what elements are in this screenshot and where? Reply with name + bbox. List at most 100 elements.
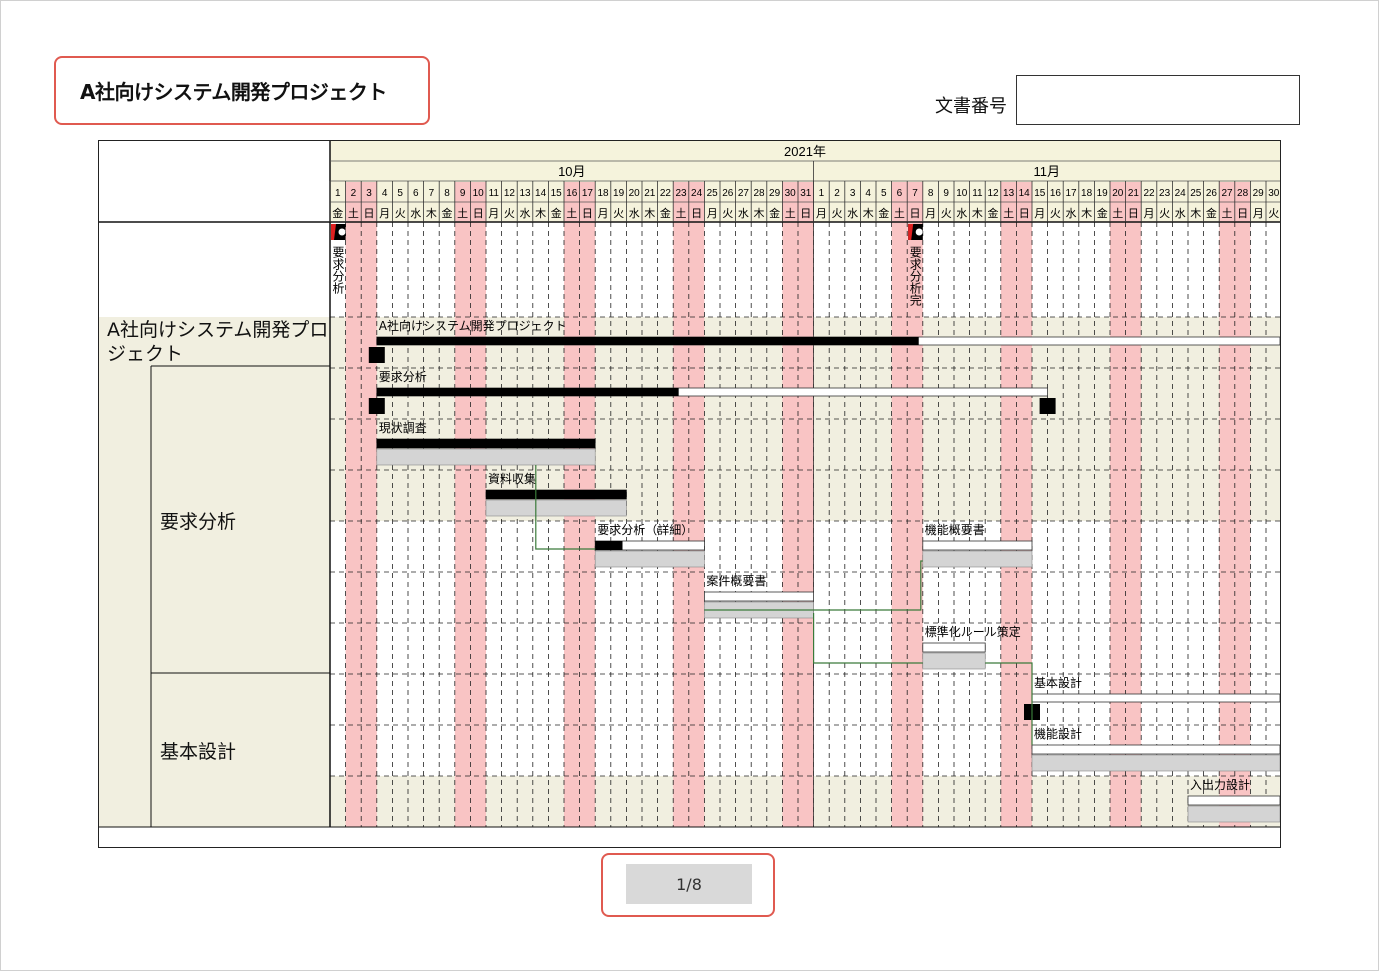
weekday-label: 月 xyxy=(1253,207,1264,220)
milestone-flag-icon xyxy=(915,228,923,236)
task-label: 標準化ルール策定 xyxy=(925,624,1021,639)
day-number: 11 xyxy=(972,188,983,199)
day-number: 27 xyxy=(1221,188,1233,199)
weekday-label: 火 xyxy=(504,207,515,220)
weekday-label: 金 xyxy=(878,206,889,220)
weekday-label: 火 xyxy=(1268,207,1279,220)
weekend-column xyxy=(1000,222,1017,827)
document-title: A社向けシステム開発プロジェクト xyxy=(54,56,430,125)
day-number: 16 xyxy=(566,188,578,199)
summary-progress xyxy=(376,337,919,345)
weekday-label: 月 xyxy=(598,207,609,220)
task-label: 入出力設計 xyxy=(1190,777,1250,792)
day-number: 10 xyxy=(956,188,968,199)
day-number: 5 xyxy=(881,188,887,199)
weekday-label: 水 xyxy=(629,207,640,220)
weekday-label: 木 xyxy=(972,207,983,220)
day-number: 13 xyxy=(1003,188,1015,199)
day-number: 9 xyxy=(460,188,466,199)
weekday-label: 月 xyxy=(488,207,499,220)
weekend-column xyxy=(1110,222,1126,827)
weekday-label: 火 xyxy=(1050,207,1061,220)
day-number: 4 xyxy=(865,188,871,199)
day-number: 8 xyxy=(444,188,450,199)
weekday-label: 火 xyxy=(395,207,406,220)
weekend-column xyxy=(1016,222,1032,827)
weekend-column xyxy=(891,222,908,827)
group-label-requirements: 要求分析 xyxy=(160,511,237,533)
weekday-label: 日 xyxy=(473,207,484,220)
day-number: 10 xyxy=(473,188,485,199)
weekend-column xyxy=(907,222,923,827)
weekend-column xyxy=(1219,222,1235,827)
task-baseline xyxy=(922,550,1033,568)
weekend-column xyxy=(782,222,798,827)
day-number: 20 xyxy=(1112,188,1124,199)
day-number: 9 xyxy=(943,188,949,199)
weekday-label: 水 xyxy=(847,207,858,220)
weekday-label: 月 xyxy=(1034,207,1045,220)
milestone-flag-icon xyxy=(338,228,346,236)
day-number: 11 xyxy=(489,188,500,199)
day-number: 28 xyxy=(1237,188,1249,199)
task-label: 要求分析（詳細） xyxy=(597,522,693,537)
task-label: 案件概要書 xyxy=(706,573,766,588)
weekday-label: 土 xyxy=(676,207,687,220)
task-label: 基本設計 xyxy=(1034,675,1082,690)
doc-number-field[interactable] xyxy=(1016,75,1300,125)
day-number: 2 xyxy=(834,188,840,199)
weekday-label: 金 xyxy=(1206,206,1217,220)
day-number: 26 xyxy=(1206,188,1218,199)
milestone-label: 要求分析完 xyxy=(908,246,922,307)
day-number: 3 xyxy=(366,188,372,199)
day-number: 6 xyxy=(897,188,903,199)
weekday-label: 金 xyxy=(551,206,562,220)
weekend-column xyxy=(454,222,471,827)
month-label: 10月 xyxy=(558,164,585,179)
weekday-label: 土 xyxy=(457,207,468,220)
day-number: 30 xyxy=(785,188,797,199)
day-number: 1 xyxy=(335,188,341,199)
weekend-column xyxy=(361,222,377,827)
group-label-project: A社向けシステム開発プロジェクト xyxy=(107,319,329,365)
weekend-column xyxy=(798,222,814,827)
weekend-column xyxy=(579,222,596,827)
weekday-label: 金 xyxy=(660,206,671,220)
doc-number-label: 文書番号 xyxy=(935,96,1007,117)
weekday-label: 日 xyxy=(691,207,702,220)
weekday-label: 金 xyxy=(988,206,999,220)
weekday-label: 火 xyxy=(722,207,733,220)
weekday-label: 月 xyxy=(1144,207,1155,220)
task-bar xyxy=(922,540,1033,551)
day-number: 7 xyxy=(912,188,918,199)
task-label: 資料収集 xyxy=(488,471,536,486)
weekend-column xyxy=(564,222,580,827)
weekday-label: 土 xyxy=(1222,207,1233,220)
task-label: 機能概要書 xyxy=(925,522,985,537)
task-progress xyxy=(486,490,627,499)
day-number: 22 xyxy=(660,188,672,199)
weekday-label: 金 xyxy=(1097,206,1108,220)
weekday-label: 金 xyxy=(442,206,453,220)
task-bar xyxy=(704,591,815,602)
month-label: 11月 xyxy=(1034,164,1061,179)
task-label: 要求分析 xyxy=(379,370,427,384)
task-label: A社向けシステム開発プロジェクト xyxy=(379,318,567,333)
day-number: 19 xyxy=(613,188,625,199)
weekday-label: 木 xyxy=(426,207,437,220)
year-label: 2021年 xyxy=(784,144,826,159)
summary-start-marker xyxy=(368,398,385,414)
task-label: 現状調査 xyxy=(379,421,427,435)
task-label: 機能設計 xyxy=(1034,726,1082,741)
weekday-label: 日 xyxy=(910,207,921,220)
weekday-label: 日 xyxy=(800,207,811,220)
weekday-label: 水 xyxy=(410,207,421,220)
weekday-label: 木 xyxy=(1190,207,1201,220)
page-indicator-button[interactable]: 1/8 xyxy=(626,864,752,904)
weekday-label: 火 xyxy=(613,207,624,220)
day-number: 29 xyxy=(769,188,781,199)
day-number: 29 xyxy=(1253,188,1265,199)
task-baseline xyxy=(376,448,596,466)
day-number: 12 xyxy=(504,188,516,199)
weekday-label: 火 xyxy=(1159,207,1170,220)
